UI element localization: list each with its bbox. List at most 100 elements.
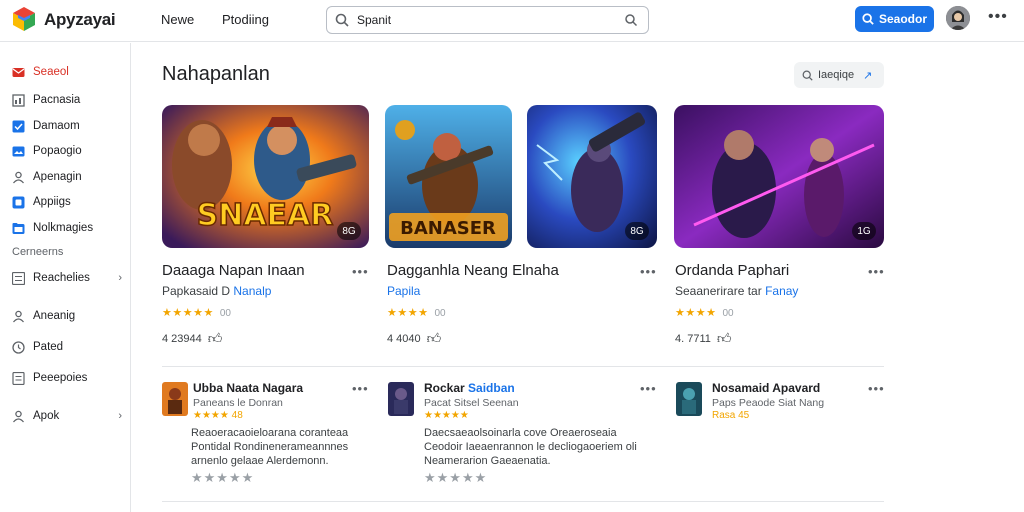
sidebar-item-11[interactable]: Peeepoies (12, 368, 126, 388)
sidebar-item-label: Aneanig (33, 310, 76, 322)
sidebar-item-7[interactable]: Nolkmagies (12, 218, 126, 238)
more-options-icon[interactable]: ••• (640, 264, 657, 279)
folder-icon (12, 222, 25, 234)
chevron-right-icon[interactable]: › (118, 410, 122, 422)
search-input[interactable] (357, 11, 617, 29)
rate-stars[interactable]: ★★★★★ (424, 470, 487, 486)
sidebar-item-12[interactable]: Apok › (12, 406, 126, 426)
sidebar-item-9[interactable]: Aneanig (12, 306, 126, 326)
sidebar-item-10[interactable]: Pated (12, 337, 126, 357)
size-badge: 8G (625, 222, 649, 240)
more-options-icon[interactable]: ••• (640, 381, 657, 396)
sidebar-item-8[interactable]: Reachelies › (12, 268, 126, 288)
sort-arrow-icon: ↗ (863, 69, 873, 82)
mail-icon (12, 67, 25, 77)
more-options-icon[interactable]: ••• (868, 264, 885, 279)
search-bar[interactable] (326, 6, 649, 34)
game-thumb-3 (676, 382, 702, 416)
check-box-icon (12, 120, 25, 132)
rating-stars: ★★★★ 00 (675, 307, 734, 319)
list-item-title[interactable]: Ubba Naata Nagara (193, 381, 303, 395)
rating-count: 00 (722, 308, 734, 319)
avatar[interactable] (946, 6, 970, 30)
list-thumbnail[interactable] (388, 382, 414, 416)
brand-name[interactable]: Apyzayai (44, 10, 116, 30)
thumbs-up-icon[interactable]: 👍︎ (208, 330, 223, 347)
list-item-description: Daecsaeaolsoinarla cove Oreaeroseaia Ceo… (424, 427, 637, 467)
sidebar-item-label: Damaom (33, 120, 80, 132)
app-logo-icon[interactable] (12, 6, 36, 32)
sidebar-item-6[interactable]: Appiigs (12, 192, 126, 212)
nav-link-trending[interactable]: Ptodiing (222, 12, 269, 27)
more-options-icon[interactable]: ••• (988, 8, 1008, 26)
developer-name[interactable]: Seaanerirare tar Fanay (675, 284, 798, 298)
like-count: 4. 7711 (675, 332, 711, 345)
sidebar-item-label: Appiigs (33, 196, 71, 208)
chevron-right-icon[interactable]: › (118, 272, 122, 284)
like-metric[interactable]: 4. 7711 👍︎ (675, 330, 732, 347)
page-title: Nahapanlan (162, 63, 270, 85)
size-badge: 8G (337, 222, 361, 240)
search-icon (862, 13, 874, 25)
developer-link[interactable]: Fanay (765, 284, 798, 298)
developer-name[interactable]: Papila (387, 284, 420, 298)
game-art-2: BANASER (385, 105, 512, 248)
list-thumbnail[interactable] (162, 382, 188, 416)
list-thumbnail[interactable] (676, 382, 702, 416)
game-title[interactable]: Daaaga Napan Inaan (162, 262, 305, 279)
search-button[interactable]: Seaodor (855, 6, 934, 32)
list-item-subtitle: Pacat Sitsel Seenan (424, 397, 519, 409)
sidebar: Seaeol Pacnasia Damaom Popaogio Apenagin… (0, 43, 131, 512)
game-card-image-4[interactable]: 1G (674, 105, 884, 248)
game-card-image-3[interactable]: 8G (527, 105, 657, 248)
developer-prefix: Seaanerirare tar (675, 284, 762, 298)
thumbs-up-icon[interactable]: 👍︎ (427, 330, 442, 347)
game-art-title: SNAEAR (197, 198, 334, 233)
game-thumb-1 (162, 382, 188, 416)
rate-stars[interactable]: ★★★★★ (191, 470, 254, 486)
image-icon (12, 146, 25, 156)
game-card-image-1[interactable]: SNAEAR 8G (162, 105, 369, 248)
list-item-subtitle: Paneans le Donran (193, 397, 283, 409)
sidebar-item-4[interactable]: Popaogio (12, 141, 126, 161)
developer-link[interactable]: Nanalp (233, 284, 271, 298)
nav-link-new[interactable]: Newe (161, 12, 194, 27)
sidebar-item-3[interactable]: Damaom (12, 116, 126, 136)
sidebar-item-5[interactable]: Apenagin (12, 167, 126, 187)
filter-label: Iaeqiqe (818, 69, 855, 81)
clock-icon (12, 340, 25, 354)
rating-stars: ★★★★★ 00 (162, 307, 231, 319)
developer-link[interactable]: Papila (387, 284, 420, 298)
sidebar-item-1[interactable]: Seaeol (12, 62, 126, 82)
sidebar-item-label: Pated (33, 341, 64, 353)
filter-button[interactable]: Iaeqiqe ↗ (794, 62, 884, 88)
sidebar-item-label: Peeepoies (33, 372, 88, 384)
game-title[interactable]: Dagganhla Neang Elnaha (387, 262, 559, 279)
rating-count: 00 (434, 308, 446, 319)
game-art-title: BANASER (400, 218, 496, 239)
list-item-title[interactable]: Nosamaid Apavard (712, 381, 820, 395)
sidebar-item-label: Nolkmagies (33, 222, 94, 234)
sidebar-item-label: Popaogio (33, 145, 82, 157)
developer-name[interactable]: Papkasaid D Nanalp (162, 284, 271, 298)
developer-prefix: Papkasaid D (162, 284, 231, 298)
game-card-image-2[interactable]: BANASER (385, 105, 512, 248)
game-title[interactable]: Ordanda Paphari (675, 262, 789, 279)
like-metric[interactable]: 4 23944 👍︎ (162, 330, 222, 347)
more-options-icon[interactable]: ••• (352, 381, 369, 396)
list-item-rating: ★★★★ 48 (193, 410, 243, 421)
list-item-title-highlight: Saidban (468, 381, 515, 395)
list-item-title[interactable]: Rockar Saidban (424, 381, 515, 395)
section-divider (162, 366, 884, 367)
more-options-icon[interactable]: ••• (352, 264, 369, 279)
user-avatar-icon (946, 6, 970, 30)
sidebar-section-label: Cerneerns (12, 246, 64, 258)
list-item-description: Reaoeracaoieloarana coranteaa Pontidal R… (191, 427, 349, 467)
like-metric[interactable]: 4 4040 👍︎ (387, 330, 441, 347)
more-options-icon[interactable]: ••• (868, 381, 885, 396)
sidebar-item-2[interactable]: Pacnasia (12, 90, 126, 110)
search-submit-icon[interactable] (624, 13, 638, 27)
thumbs-up-icon[interactable]: 👍︎ (717, 330, 732, 347)
top-bar: Apyzayai Newe Ptodiing Seaodor ••• (0, 0, 1024, 42)
list-item-subtitle: Paps Peaode Siat Nang (712, 397, 825, 409)
